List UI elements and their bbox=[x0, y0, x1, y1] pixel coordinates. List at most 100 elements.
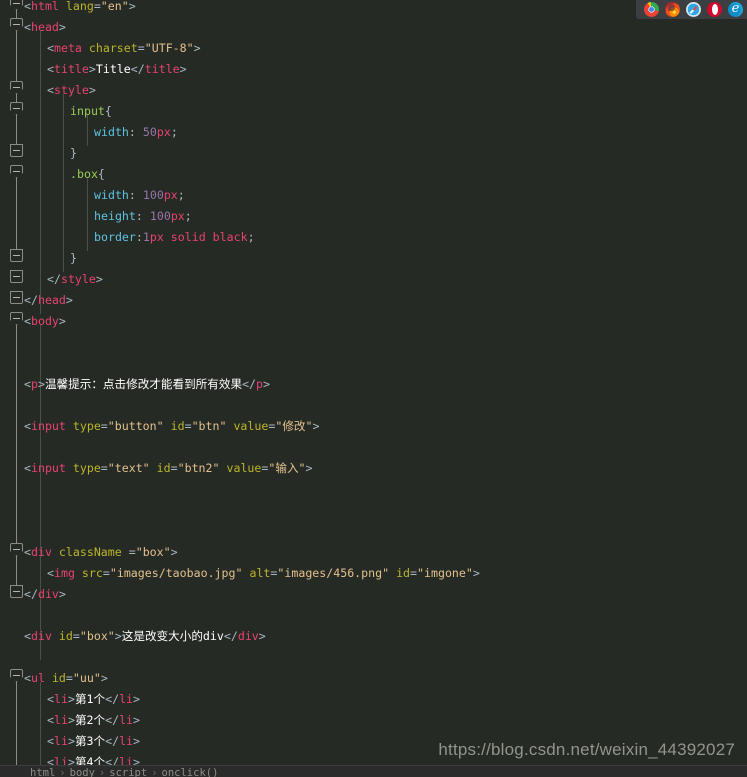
code-token: = bbox=[100, 461, 108, 475]
code-token: > bbox=[65, 293, 73, 307]
breadcrumb-item[interactable]: html bbox=[30, 767, 55, 777]
breadcrumb-item[interactable]: body bbox=[70, 767, 95, 777]
code-token: > bbox=[128, 0, 136, 13]
code-token: Title bbox=[95, 62, 131, 76]
code-token: alt bbox=[249, 566, 271, 580]
code-token: "btn" bbox=[191, 419, 227, 433]
code-token: > bbox=[58, 587, 66, 601]
code-line[interactable]: border:1px solid black; bbox=[0, 227, 255, 248]
code-line[interactable]: <div id="box">这是改变大小的div</div> bbox=[0, 626, 266, 647]
code-token: li bbox=[53, 713, 68, 727]
breadcrumb-item[interactable]: script bbox=[109, 767, 147, 777]
browser-preview-strip[interactable] bbox=[636, 0, 747, 19]
code-token: > bbox=[170, 545, 178, 559]
code-line[interactable]: <body> bbox=[0, 311, 66, 332]
code-token: div bbox=[237, 629, 259, 643]
code-line[interactable]: } bbox=[0, 248, 77, 269]
code-token: < bbox=[24, 461, 31, 475]
code-token: = bbox=[72, 629, 80, 643]
code-token: px bbox=[170, 209, 185, 223]
code-token: < bbox=[24, 20, 31, 34]
code-line[interactable]: height: 100px; bbox=[0, 206, 192, 227]
code-line[interactable]: <p>温馨提示：点击修改才能看到所有效果</p> bbox=[0, 374, 270, 395]
code-token: 温馨提示：点击修改才能看到所有效果 bbox=[44, 377, 243, 391]
code-token: ; bbox=[177, 188, 185, 202]
code-token: id bbox=[58, 629, 73, 643]
code-token: width bbox=[94, 188, 129, 202]
code-token: </ bbox=[223, 629, 238, 643]
code-line[interactable]: <input type="text" id="btn2" value="输入"> bbox=[0, 458, 313, 479]
code-token: > bbox=[263, 377, 270, 391]
code-line[interactable]: <title>Title</title> bbox=[0, 59, 187, 80]
code-token: px bbox=[163, 188, 178, 202]
breadcrumb-item[interactable]: onclick() bbox=[162, 767, 219, 777]
code-token: height bbox=[94, 209, 136, 223]
code-line[interactable]: <li>第1个</li> bbox=[0, 689, 140, 710]
code-line[interactable]: <div className ="box"> bbox=[0, 542, 178, 563]
breadcrumb[interactable]: html › body › script › onclick() bbox=[0, 765, 747, 777]
code-token: type bbox=[72, 461, 101, 475]
code-token: } bbox=[70, 146, 77, 160]
code-token: li bbox=[53, 734, 68, 748]
opera-browser-icon[interactable] bbox=[707, 2, 722, 17]
code-token: > bbox=[67, 734, 75, 748]
code-token: < bbox=[47, 734, 54, 748]
code-line[interactable]: </head> bbox=[0, 290, 73, 311]
code-token: = bbox=[137, 41, 145, 55]
code-token: id bbox=[156, 461, 171, 475]
code-line[interactable]: <html lang="en"> bbox=[0, 0, 136, 17]
code-line[interactable]: width: 50px; bbox=[0, 122, 178, 143]
code-token: > bbox=[305, 461, 313, 475]
code-line[interactable]: <ul id="uu"> bbox=[0, 668, 108, 689]
code-line[interactable]: <style> bbox=[0, 80, 96, 101]
code-token: "btn2" bbox=[177, 461, 220, 475]
chrome-browser-icon[interactable] bbox=[644, 2, 659, 17]
code-line[interactable]: .box{ bbox=[0, 164, 105, 185]
code-token: "输入" bbox=[268, 461, 306, 475]
code-token: > bbox=[193, 41, 201, 55]
code-line[interactable]: <meta charset="UTF-8"> bbox=[0, 38, 201, 59]
code-token: meta bbox=[53, 41, 82, 55]
code-line[interactable]: <li>第2个</li> bbox=[0, 710, 140, 731]
code-token: > bbox=[258, 629, 266, 643]
code-token: = bbox=[102, 566, 110, 580]
code-token: </ bbox=[242, 377, 257, 391]
code-token: < bbox=[47, 62, 54, 76]
code-line[interactable]: input{ bbox=[0, 101, 112, 122]
code-line[interactable]: </style> bbox=[0, 269, 103, 290]
safari-browser-icon[interactable] bbox=[686, 2, 701, 17]
code-token: "images/taobao.jpg" bbox=[109, 566, 243, 580]
code-token: "images/456.png" bbox=[277, 566, 390, 580]
breadcrumb-separator: › bbox=[59, 767, 66, 777]
code-line[interactable]: <head> bbox=[0, 17, 66, 38]
code-line[interactable]: <li>第3个</li> bbox=[0, 731, 140, 752]
breadcrumb-separator: › bbox=[98, 767, 106, 777]
code-line[interactable]: } bbox=[0, 143, 77, 164]
code-line[interactable]: <input type="button" id="btn" value="修改"… bbox=[0, 416, 319, 437]
code-token: div bbox=[37, 587, 59, 601]
code-token: input bbox=[30, 419, 66, 433]
code-editor-area[interactable]: <html lang="en"> <head> <meta charset="UTF… bbox=[0, 0, 747, 777]
firefox-browser-icon[interactable] bbox=[665, 2, 680, 17]
code-token: = bbox=[65, 671, 73, 685]
code-line[interactable]: width: 100px; bbox=[0, 185, 185, 206]
code-line[interactable]: <img src="images/taobao.jpg" alt="images… bbox=[0, 563, 480, 584]
code-token: < bbox=[24, 314, 31, 328]
code-token: </ bbox=[24, 293, 38, 307]
code-token: </ bbox=[47, 272, 61, 286]
edge-browser-icon[interactable] bbox=[728, 2, 743, 17]
code-token: : bbox=[128, 125, 143, 139]
code-token: id bbox=[51, 671, 66, 685]
code-token: < bbox=[47, 713, 54, 727]
code-token: < bbox=[24, 377, 31, 391]
code-line[interactable]: </div> bbox=[0, 584, 66, 605]
code-token: ; bbox=[184, 209, 192, 223]
code-token: "text" bbox=[107, 461, 150, 475]
code-token: : bbox=[135, 230, 143, 244]
code-token: </ bbox=[24, 587, 38, 601]
